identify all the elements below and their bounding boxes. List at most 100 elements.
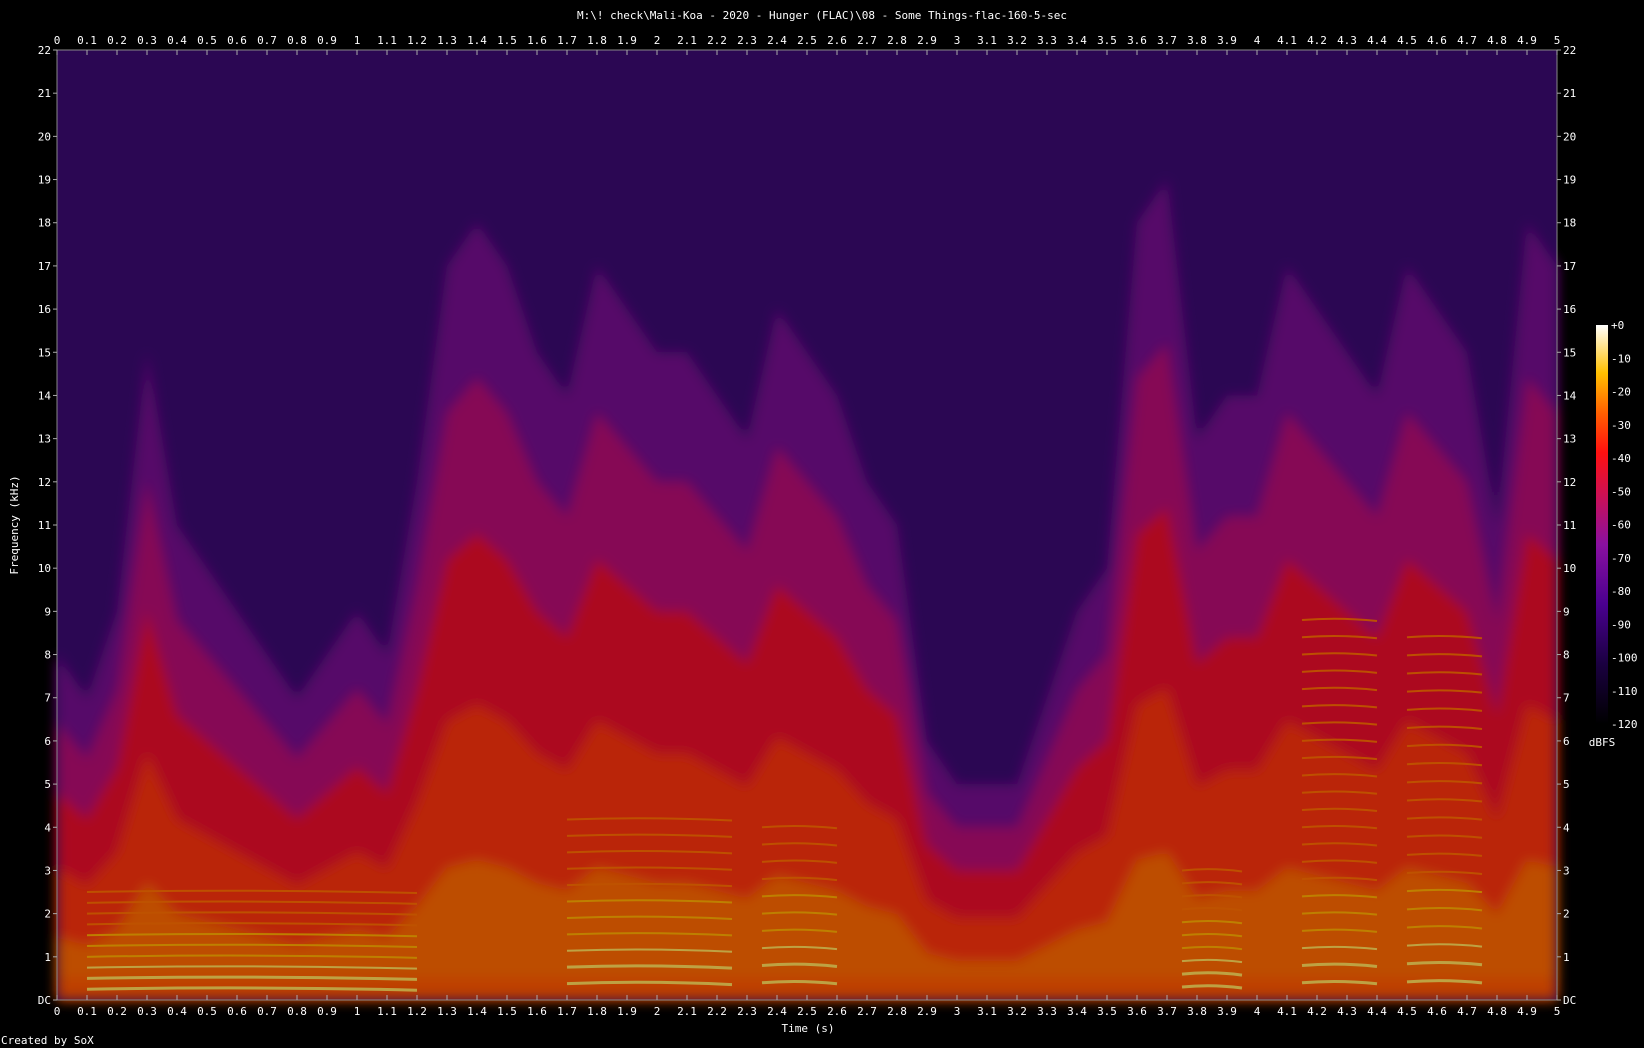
y-tick-label-right: 11 — [1563, 519, 1576, 532]
x-tick-label-bottom: 1 — [354, 1005, 361, 1018]
x-tick-label-top: 4.3 — [1337, 34, 1357, 47]
colorbar-tick-label: -120 — [1611, 718, 1638, 731]
y-tick-label-left: 17 — [38, 260, 51, 273]
x-tick-label-bottom: 2 — [654, 1005, 661, 1018]
x-tick-label-top: 3.1 — [977, 34, 997, 47]
colorbar-tick-label: -80 — [1611, 585, 1631, 598]
y-tick-label-left: 19 — [38, 174, 51, 187]
x-tick-label-bottom: 3.3 — [1037, 1005, 1057, 1018]
x-tick-label-top: 3.6 — [1127, 34, 1147, 47]
colorbar-tick-label: -20 — [1611, 386, 1631, 399]
x-tick-label-top: 0.1 — [77, 34, 97, 47]
x-tick-label-bottom: 3.8 — [1187, 1005, 1207, 1018]
colorbar-tick-label: -30 — [1611, 419, 1631, 432]
y-tick-label-right: 17 — [1563, 260, 1576, 273]
x-tick-label-bottom: 0.3 — [137, 1005, 157, 1018]
x-tick-label-bottom: 0.8 — [287, 1005, 307, 1018]
x-tick-label-top: 2.7 — [857, 34, 877, 47]
y-tick-label-right: 12 — [1563, 476, 1576, 489]
x-tick-label-top: 3.7 — [1157, 34, 1177, 47]
y-tick-label-left: 9 — [44, 605, 51, 618]
colorbar — [1596, 325, 1608, 724]
x-tick-label-bottom: 0.1 — [77, 1005, 97, 1018]
colorbar-tick-label: -100 — [1611, 652, 1638, 665]
y-tick-label-left: 18 — [38, 217, 51, 230]
y-tick-label-right: 3 — [1563, 864, 1570, 877]
x-tick-label-bottom: 3 — [954, 1005, 961, 1018]
x-tick-label-top: 0.5 — [197, 34, 217, 47]
x-tick-label-bottom: 2.6 — [827, 1005, 847, 1018]
x-tick-label-bottom: 1.8 — [587, 1005, 607, 1018]
x-tick-label-bottom: 1.3 — [437, 1005, 457, 1018]
y-tick-label-left: 10 — [38, 562, 51, 575]
y-tick-label-right: 16 — [1563, 303, 1576, 316]
x-tick-label-bottom: 3.7 — [1157, 1005, 1177, 1018]
y-tick-label-left: 3 — [44, 864, 51, 877]
x-tick-label-bottom: 0.9 — [317, 1005, 337, 1018]
x-tick-label-bottom: 0.5 — [197, 1005, 217, 1018]
x-tick-label-top: 0 — [54, 34, 61, 47]
x-tick-label-bottom: 0.4 — [167, 1005, 187, 1018]
x-tick-label-top: 4.9 — [1517, 34, 1537, 47]
colorbar-tick-label: -10 — [1611, 352, 1631, 365]
x-tick-label-top: 0.6 — [227, 34, 247, 47]
noise-texture — [57, 50, 1557, 1000]
x-tick-label-top: 0.4 — [167, 34, 187, 47]
y-tick-label-left: 4 — [44, 821, 51, 834]
x-tick-label-bottom: 3.2 — [1007, 1005, 1027, 1018]
x-tick-label-top: 2.6 — [827, 34, 847, 47]
x-tick-label-bottom: 2.5 — [797, 1005, 817, 1018]
y-tick-label-right: 7 — [1563, 692, 1570, 705]
y-tick-label-left: 6 — [44, 735, 51, 748]
x-tick-label-top: 2.5 — [797, 34, 817, 47]
x-tick-label-top: 1.4 — [467, 34, 487, 47]
x-tick-label-bottom: 4.3 — [1337, 1005, 1357, 1018]
x-tick-label-top: 2.1 — [677, 34, 697, 47]
x-tick-label-bottom: 0 — [54, 1005, 61, 1018]
x-tick-label-top: 1.7 — [557, 34, 577, 47]
x-tick-label-top: 4.6 — [1427, 34, 1447, 47]
x-tick-label-bottom: 1.2 — [407, 1005, 427, 1018]
y-tick-label-left: 12 — [38, 476, 51, 489]
x-tick-label-bottom: 5 — [1554, 1005, 1561, 1018]
x-tick-label-bottom: 4.5 — [1397, 1005, 1417, 1018]
y-tick-label-left: 7 — [44, 692, 51, 705]
x-tick-label-bottom: 3.9 — [1217, 1005, 1237, 1018]
y-tick-label-right: 5 — [1563, 778, 1570, 791]
x-tick-label-top: 3.5 — [1097, 34, 1117, 47]
x-tick-label-bottom: 2.7 — [857, 1005, 877, 1018]
x-tick-label-bottom: 0.7 — [257, 1005, 277, 1018]
colorbar-tick-label: -70 — [1611, 552, 1631, 565]
x-tick-label-top: 1.6 — [527, 34, 547, 47]
y-tick-label-left: 22 — [38, 44, 51, 57]
x-tick-label-bottom: 1.9 — [617, 1005, 637, 1018]
y-tick-label-right: 18 — [1563, 217, 1576, 230]
y-tick-label-right: 1 — [1563, 951, 1570, 964]
x-tick-label-bottom: 0.2 — [107, 1005, 127, 1018]
x-tick-label-top: 3.3 — [1037, 34, 1057, 47]
colorbar-tick-label: -90 — [1611, 618, 1631, 631]
x-tick-label-top: 2 — [654, 34, 661, 47]
x-tick-label-bottom: 4.7 — [1457, 1005, 1477, 1018]
y-tick-label-right: 20 — [1563, 130, 1576, 143]
footer-credit: Created by SoX — [1, 1034, 94, 1047]
x-tick-label-top: 4 — [1254, 34, 1261, 47]
x-tick-label-bottom: 1.7 — [557, 1005, 577, 1018]
x-tick-label-bottom: 2.1 — [677, 1005, 697, 1018]
y-tick-label-left: 2 — [44, 908, 51, 921]
spectrogram-figure: 0 0 0.1 0.1 0.2 0.2 0.3 0.3 0.4 0.4 0.5 0.5 0.6 0.6 0.… — [8, 34, 1638, 1035]
x-tick-label-top: 4.5 — [1397, 34, 1417, 47]
x-tick-label-top: 0.3 — [137, 34, 157, 47]
x-tick-label-bottom: 4.9 — [1517, 1005, 1537, 1018]
x-tick-label-top: 1.9 — [617, 34, 637, 47]
x-tick-label-bottom: 2.4 — [767, 1005, 787, 1018]
y-tick-label-right: 4 — [1563, 821, 1570, 834]
x-tick-label-bottom: 2.8 — [887, 1005, 907, 1018]
x-tick-label-top: 1.3 — [437, 34, 457, 47]
x-tick-label-top: 4.1 — [1277, 34, 1297, 47]
y-tick-label-left: 15 — [38, 346, 51, 359]
x-tick-label-top: 3.4 — [1067, 34, 1087, 47]
x-tick-label-top: 2.4 — [767, 34, 787, 47]
y-tick-label-left: 20 — [38, 130, 51, 143]
x-tick-label-top: 4.2 — [1307, 34, 1327, 47]
